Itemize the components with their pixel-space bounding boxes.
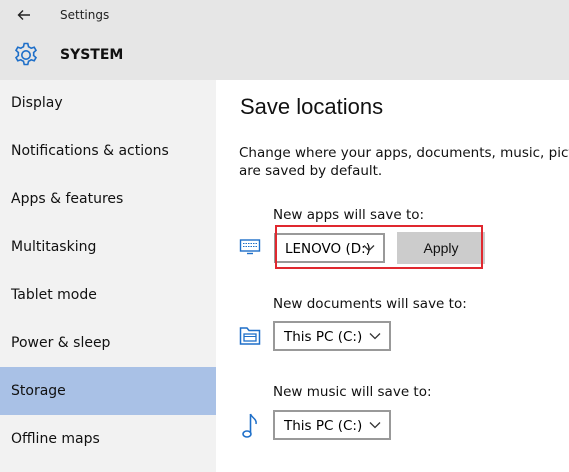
description-line: Change where your apps, documents, music… [239, 145, 569, 161]
sidebar: Display Notifications & actions Apps & f… [0, 80, 216, 472]
sidebar-item-display[interactable]: Display [0, 87, 216, 121]
dropdown-value: LENOVO (D:) [285, 241, 371, 257]
sidebar-item-label: Multitasking [11, 239, 97, 255]
page-title: Save locations [240, 94, 384, 119]
gear-icon [14, 42, 38, 66]
sidebar-item-tablet-mode[interactable]: Tablet mode [0, 279, 216, 313]
dropdown-value: This PC (C:) [284, 418, 363, 434]
sidebar-item-label: Tablet mode [11, 287, 97, 303]
section-title: SYSTEM [60, 47, 124, 63]
description-line: are saved by default. [239, 163, 383, 179]
sidebar-item-apps-features[interactable]: Apps & features [0, 183, 216, 217]
main-content: Save locations Change where your apps, d… [216, 80, 569, 472]
apps-save-label: New apps will save to: [273, 207, 425, 223]
documents-location-dropdown[interactable]: This PC (C:) [273, 321, 391, 351]
monitor-icon [239, 239, 261, 255]
chevron-down-icon [369, 422, 381, 429]
apply-button[interactable]: Apply [397, 232, 485, 264]
music-location-dropdown[interactable]: This PC (C:) [273, 410, 391, 440]
window-title: Settings [60, 8, 110, 22]
header: Settings SYSTEM [0, 0, 569, 80]
sidebar-item-label: Apps & features [11, 191, 124, 207]
sidebar-item-storage[interactable]: Storage [0, 367, 216, 415]
sidebar-item-label: Power & sleep [11, 335, 111, 351]
page-description: Change where your apps, documents, music… [239, 144, 569, 180]
documents-save-label: New documents will save to: [273, 296, 467, 312]
chevron-down-icon [363, 245, 375, 252]
sidebar-item-label: Offline maps [11, 431, 100, 447]
sidebar-item-label: Storage [11, 383, 66, 399]
settings-window: Settings SYSTEM Display Notifications & … [0, 0, 569, 472]
music-save-label: New music will save to: [273, 384, 432, 400]
music-note-icon [242, 413, 257, 438]
folder-icon [239, 327, 261, 345]
section-header: SYSTEM [0, 38, 569, 72]
sidebar-item-label: Display [11, 95, 63, 111]
sidebar-item-power-sleep[interactable]: Power & sleep [0, 327, 216, 361]
back-button[interactable] [10, 3, 38, 27]
sidebar-item-multitasking[interactable]: Multitasking [0, 231, 216, 265]
sidebar-item-notifications[interactable]: Notifications & actions [0, 135, 216, 169]
apps-location-dropdown[interactable]: LENOVO (D:) [274, 233, 385, 263]
chevron-down-icon [369, 333, 381, 340]
title-bar: Settings [0, 0, 569, 30]
sidebar-item-offline-maps[interactable]: Offline maps [0, 423, 216, 457]
back-arrow-icon [17, 10, 30, 20]
sidebar-item-label: Notifications & actions [11, 143, 169, 159]
dropdown-value: This PC (C:) [284, 329, 363, 345]
